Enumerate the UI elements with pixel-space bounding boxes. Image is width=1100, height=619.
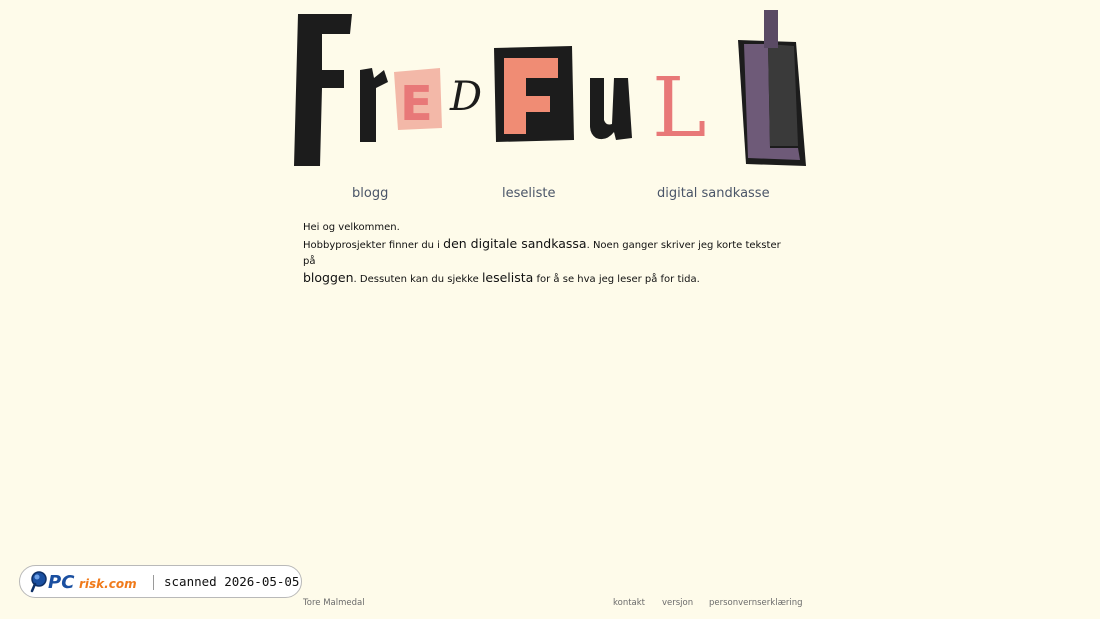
svg-text:PC: PC bbox=[48, 572, 75, 593]
svg-text:risk.com: risk.com bbox=[79, 577, 137, 591]
logo-letter-f1 bbox=[294, 14, 352, 166]
intro-text-3: . Dessuten kan du sjekke bbox=[353, 274, 482, 285]
link-leselista[interactable]: leselista bbox=[482, 270, 533, 285]
link-digitale-sandkassa[interactable]: den digitale sandkassa bbox=[443, 236, 586, 251]
logo-letter-d: D bbox=[449, 74, 482, 120]
site-logo[interactable]: E D L bbox=[290, 8, 810, 170]
svg-text:D: D bbox=[449, 74, 482, 120]
nav-link-digital-sandkasse[interactable]: digital sandkasse bbox=[657, 186, 770, 201]
logo-letter-r bbox=[360, 68, 388, 142]
logo-letter-u bbox=[590, 78, 632, 140]
page: E D L blogg leseliste digital sandkasse … bbox=[0, 0, 1100, 619]
scan-badge: PC risk.com scanned 2026-05-05 bbox=[19, 565, 302, 598]
footer-link-personvern[interactable]: personvernserklæring bbox=[709, 598, 803, 608]
scan-date-text: scanned 2026-05-05 bbox=[164, 574, 300, 589]
footer-link-versjon[interactable]: versjon bbox=[662, 598, 693, 608]
intro-text-4: for å se hva jeg leser på for tida. bbox=[533, 274, 700, 285]
pcrisk-logo-icon: PC risk.com bbox=[30, 571, 137, 593]
main-nav: blogg leseliste digital sandkasse bbox=[0, 186, 1100, 206]
logo-letter-e: E bbox=[394, 68, 442, 132]
logo-letter-l1: L bbox=[652, 61, 706, 156]
badge-divider bbox=[153, 575, 154, 590]
footer-links: kontakt versjon personvernserklæring bbox=[0, 598, 1100, 612]
logo-svg: E D L bbox=[294, 10, 806, 166]
intro-section: Hei og velkommen. Hobbyprosjekter finner… bbox=[303, 220, 783, 288]
svg-text:L: L bbox=[652, 61, 706, 156]
greeting-text: Hei og velkommen. bbox=[303, 222, 400, 233]
logo-letter-f2 bbox=[494, 46, 574, 142]
link-bloggen[interactable]: bloggen bbox=[303, 270, 354, 285]
svg-text:E: E bbox=[400, 76, 433, 132]
intro-paragraph: Hobbyprosjekter finner du i den digitale… bbox=[303, 236, 783, 288]
footer-link-kontakt[interactable]: kontakt bbox=[613, 598, 645, 608]
nav-link-leseliste[interactable]: leseliste bbox=[502, 186, 555, 201]
nav-link-blogg[interactable]: blogg bbox=[352, 186, 388, 201]
logo-letter-l2 bbox=[738, 10, 806, 166]
intro-text-1: Hobbyprosjekter finner du i bbox=[303, 240, 444, 251]
